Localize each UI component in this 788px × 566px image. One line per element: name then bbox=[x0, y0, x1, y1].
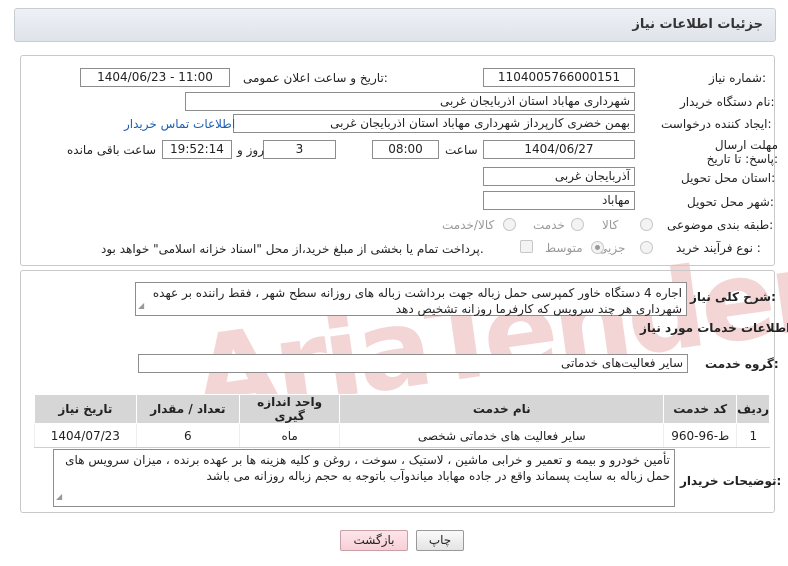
cell-unit: ماه bbox=[238, 423, 340, 448]
remaining-time-field: 19:52:14 bbox=[162, 140, 232, 159]
service-group-field: سایر فعالیت‌های خدماتی bbox=[138, 354, 688, 373]
buyer-org-field: شهرداری مهاباد استان اذربایجان غربی bbox=[185, 92, 635, 111]
services-section-title: اطلاعات خدمات مورد نیاز bbox=[640, 321, 788, 335]
resize-grip-icon[interactable]: ◢ bbox=[56, 489, 62, 505]
category-goods-label: کالا bbox=[602, 218, 619, 232]
buyer-notes-label: توضیحات خریدار: bbox=[680, 474, 782, 488]
treasury-note: پرداخت تمام یا بخشی از مبلغ خرید،از محل … bbox=[101, 242, 484, 256]
col-header-name: نام خدمت bbox=[339, 394, 665, 424]
deadline-label: مهلت ارسال پاسخ: تا تاریخ: bbox=[706, 138, 778, 166]
need-summary-text: اجاره 4 دستگاه خاور کمپرسی حمل زباله جهت… bbox=[152, 286, 682, 316]
treasury-checkbox[interactable] bbox=[520, 240, 533, 253]
deadline-time-field: 08:00 bbox=[372, 140, 439, 159]
services-table: ردیف کد خدمت نام خدمت واحد اندازه گیری ت… bbox=[34, 394, 770, 448]
city-field: مهاباد bbox=[483, 191, 635, 210]
resize-grip-icon[interactable]: ◢ bbox=[138, 298, 144, 314]
col-header-row-no: ردیف bbox=[736, 394, 770, 424]
announce-date-label: تاریخ و ساعت اعلان عمومی: bbox=[243, 71, 388, 85]
city-label: شهر محل تحویل: bbox=[687, 195, 774, 209]
cell-qty: 6 bbox=[135, 423, 240, 448]
remaining-time-label: ساعت باقی مانده bbox=[67, 143, 157, 157]
remaining-days-label: روز و bbox=[237, 143, 264, 157]
col-header-date: تاریخ نیاز bbox=[34, 394, 137, 424]
buyer-notes-textarea: تأمین خودرو و بیمه و تعمیر و خرابی ماشین… bbox=[53, 449, 675, 507]
category-goods-service-radio[interactable] bbox=[503, 218, 516, 231]
announce-date-field: 1404/06/23 - 11:00 bbox=[80, 68, 230, 87]
creator-field: بهمن خضری کارپرداز شهرداری مهاباد استان … bbox=[233, 114, 635, 133]
need-number-field: 1104005766000151 bbox=[483, 68, 635, 87]
province-label: استان محل تحویل: bbox=[681, 171, 776, 185]
process-medium-label: متوسط bbox=[545, 241, 583, 255]
process-medium-radio[interactable] bbox=[591, 241, 604, 254]
col-header-unit: واحد اندازه گیری bbox=[238, 394, 341, 424]
buyer-org-label: نام دستگاه خریدار: bbox=[680, 95, 775, 109]
need-summary-label: شرح کلی نیاز: bbox=[690, 290, 776, 304]
cell-name: سایر فعالیت های خدماتی شخصی bbox=[339, 423, 664, 448]
print-button[interactable]: چاپ bbox=[416, 530, 464, 551]
page-title: جزئیات اطلاعات نیاز bbox=[632, 17, 763, 32]
cell-code: ط-96-960 bbox=[663, 423, 737, 448]
col-header-qty: تعداد / مقدار bbox=[135, 394, 240, 424]
need-summary-textarea: اجاره 4 دستگاه خاور کمپرسی حمل زباله جهت… bbox=[135, 282, 687, 316]
buyer-notes-text: تأمین خودرو و بیمه و تعمیر و خرابی ماشین… bbox=[65, 453, 670, 483]
deadline-date-field: 1404/06/27 bbox=[483, 140, 635, 159]
col-header-code: کد خدمت bbox=[663, 394, 738, 424]
buyer-contact-link[interactable]: اطلاعات تماس خریدار bbox=[124, 117, 235, 131]
service-group-label: گروه خدمت: bbox=[705, 357, 779, 371]
process-minor-radio[interactable] bbox=[640, 241, 653, 254]
table-row: 1 ط-96-960 سایر فعالیت های خدماتی شخصی م… bbox=[34, 423, 770, 448]
creator-label: ایجاد کننده درخواست: bbox=[661, 117, 772, 131]
need-number-label: شماره نیاز: bbox=[709, 71, 767, 85]
category-service-label: خدمت bbox=[533, 218, 565, 232]
category-label: طبقه بندی موضوعی: bbox=[667, 218, 774, 232]
category-goods-radio[interactable] bbox=[640, 218, 653, 231]
cell-date: 1404/07/23 bbox=[34, 423, 137, 448]
page-header: جزئیات اطلاعات نیاز bbox=[14, 8, 776, 42]
province-field: آذربایجان غربی bbox=[483, 167, 635, 186]
category-service-radio[interactable] bbox=[571, 218, 584, 231]
deadline-time-label: ساعت bbox=[445, 143, 478, 157]
table-header-row: ردیف کد خدمت نام خدمت واحد اندازه گیری ت… bbox=[34, 394, 770, 424]
cell-row-no: 1 bbox=[736, 423, 770, 448]
process-type-label: نوع فرآیند خرید : bbox=[676, 241, 761, 255]
back-button[interactable]: بازگشت bbox=[340, 530, 408, 551]
category-goods-service-label: کالا/خدمت bbox=[442, 218, 495, 232]
remaining-days-field: 3 bbox=[263, 140, 336, 159]
